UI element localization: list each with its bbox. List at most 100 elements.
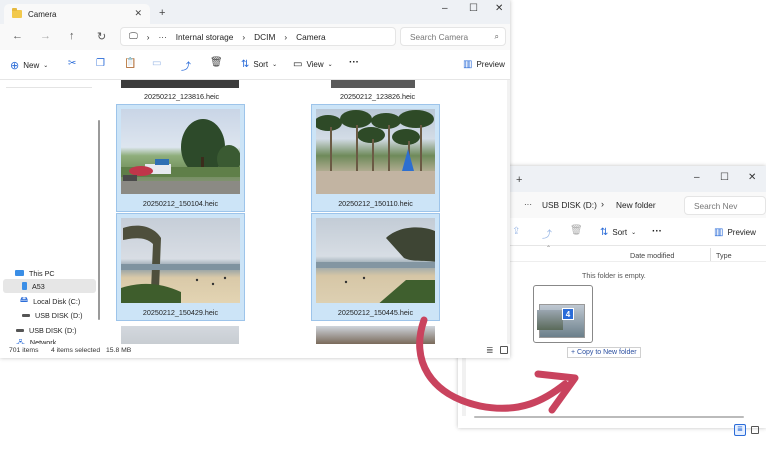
refresh-button[interactable]: ↻ [97,30,106,43]
rename-icon[interactable]: ▭ [152,58,161,69]
sidebar-item-usb-disk-2[interactable]: USB DISK (D:) [16,324,77,336]
breadcrumb-more[interactable]: ··· [158,32,166,42]
sort-button[interactable]: ⇅ Sort ⌄ [600,227,636,238]
minimize-button[interactable]: – [442,3,448,14]
more-button[interactable]: ··· [349,57,359,68]
photo-thumbnail-partial[interactable] [316,326,435,344]
chevron-down-icon: ⌄ [272,62,278,68]
photo-thumbnail-partial[interactable] [121,80,239,88]
tiles-view-button[interactable] [751,426,759,434]
pc-icon [15,270,24,276]
usb-icon [16,328,24,332]
drag-preview[interactable]: 4 [533,285,593,343]
empty-folder-message: This folder is empty. [582,271,646,280]
chevron-right-icon: › [242,31,246,42]
horizontal-scrollbar[interactable] [474,416,744,418]
tiles-view-button[interactable] [500,346,508,354]
file-tile[interactable]: 20250212_150110.heic [311,104,440,212]
view-label: View [306,60,324,69]
cut-icon[interactable]: ✂ [68,58,76,69]
breadcrumb-camera[interactable]: Camera [296,32,326,42]
share2-icon[interactable]: ⤴ [542,226,552,241]
new-tab-button[interactable]: + [516,174,522,186]
tab-close-icon[interactable]: ✕ [134,8,142,19]
file-tile[interactable]: 20250212_150445.heic [311,213,440,321]
column-type[interactable]: Type [716,251,732,260]
details-view-button[interactable]: ≣ [734,424,746,436]
content-scrollbar[interactable] [507,80,510,344]
minimize-button[interactable]: – [694,172,700,183]
share-icon[interactable]: ⇪ [512,226,520,237]
photo-thumbnail [121,218,240,303]
item-count: 701 items [9,347,39,354]
chevron-down-icon: ⌄ [327,62,333,68]
breadcrumb-usb-disk[interactable]: USB DISK (D:) [542,200,597,210]
sidebar-item-usb-disk[interactable]: USB DISK (D:) [22,309,83,321]
status-bar: 701 items 4 items selected 15.8 MB ≣ [0,344,510,358]
toolbar: ⊕ New ⌄ ✂ ❐ 📋 ▭ ⤴ 🗑 ⇅ Sort ⌄ ▭ View ⌄ ··· ▥ Pre… [0,50,510,80]
preview-button[interactable]: ▥ Preview [463,59,505,70]
sidebar-item-this-pc[interactable]: This PC [15,267,55,279]
breadcrumb-more[interactable]: ··· [524,200,532,209]
beach2-scene [316,227,435,303]
delete-icon[interactable]: 🗑 [210,57,223,68]
preview-label: Preview [727,228,756,237]
palms-scene [316,110,435,194]
copy-icon[interactable]: ❐ [96,58,105,69]
sidebar-divider [6,87,92,88]
sidebar-item-label: This PC [29,268,55,278]
column-divider[interactable] [710,248,711,261]
sidebar-item-a53[interactable]: A53 [22,280,45,292]
sidebar-item-local-disk[interactable]: 🖴 Local Disk (C:) [20,295,80,307]
close-button[interactable]: ✕ [748,172,756,183]
sort-icon: ⇅ [241,59,250,70]
plus-circle-icon: ⊕ [10,60,20,72]
close-button[interactable]: ✕ [495,3,503,14]
share-icon[interactable]: ⤴ [181,58,191,73]
file-name: 20250212_123826.heic [340,92,416,101]
photo-thumbnail-partial[interactable] [121,326,239,344]
photo-thumbnail [316,109,435,194]
breadcrumb[interactable]: 🖵 › ··· Internal storage › DCIM › Camera [120,27,396,46]
tab-camera[interactable]: Camera ✕ [4,4,150,24]
chevron-right-icon: › [284,31,288,42]
view-button[interactable]: ▭ View ⌄ [293,59,333,70]
maximize-button[interactable]: ☐ [720,172,729,183]
delete-icon[interactable]: 🗑 [570,225,583,236]
column-date-modified[interactable]: Date modified [630,251,674,260]
drag-count-badge: 4 [562,308,574,320]
details-view-button[interactable]: ≣ [486,345,494,356]
sort-button[interactable]: ⇅ Sort ⌄ [241,59,277,70]
paste-icon[interactable]: 📋 [124,58,136,69]
park-scene [121,119,240,194]
file-name: 20250212_150445.heic [337,308,414,317]
breadcrumb-internal-storage[interactable]: Internal storage [176,32,234,42]
monitor-icon: 🖵 [129,31,138,41]
more-button[interactable]: ··· [652,226,662,237]
forward-button[interactable]: → [40,30,51,42]
search-input[interactable]: Search Nev [684,196,766,215]
breadcrumb-dcim[interactable]: DCIM [254,32,275,42]
back-button[interactable]: ← [12,30,23,42]
chevron-down-icon: ⌄ [631,230,637,236]
search-placeholder: Search Nev [694,200,738,211]
sort-label: Sort [612,228,628,237]
new-label: New [23,61,40,70]
up-button[interactable]: ↑ [69,30,75,42]
maximize-button[interactable]: ☐ [469,3,478,14]
file-tile[interactable]: 20250212_150104.heic [116,104,245,212]
file-name: 20250212_150110.heic [338,199,413,208]
preview-button[interactable]: ▥ Preview [714,227,756,238]
beach-scene [121,225,240,303]
sidebar-scrollbar[interactable] [98,120,100,320]
photo-thumbnail-partial[interactable] [331,80,415,88]
search-input[interactable]: Search Camera ⌕ [400,27,506,46]
file-tile[interactable]: 20250212_150429.heic [116,213,245,321]
preview-pane-icon: ▥ [714,227,724,238]
new-button[interactable]: ⊕ New ⌄ [10,59,48,72]
tab-bar: Camera ✕ + – ☐ ✕ [0,0,510,24]
search-placeholder: Search Camera [410,31,469,42]
new-tab-button[interactable]: + [159,7,165,19]
sidebar-selected-bg [3,279,96,293]
breadcrumb-new-folder[interactable]: New folder [616,200,656,210]
